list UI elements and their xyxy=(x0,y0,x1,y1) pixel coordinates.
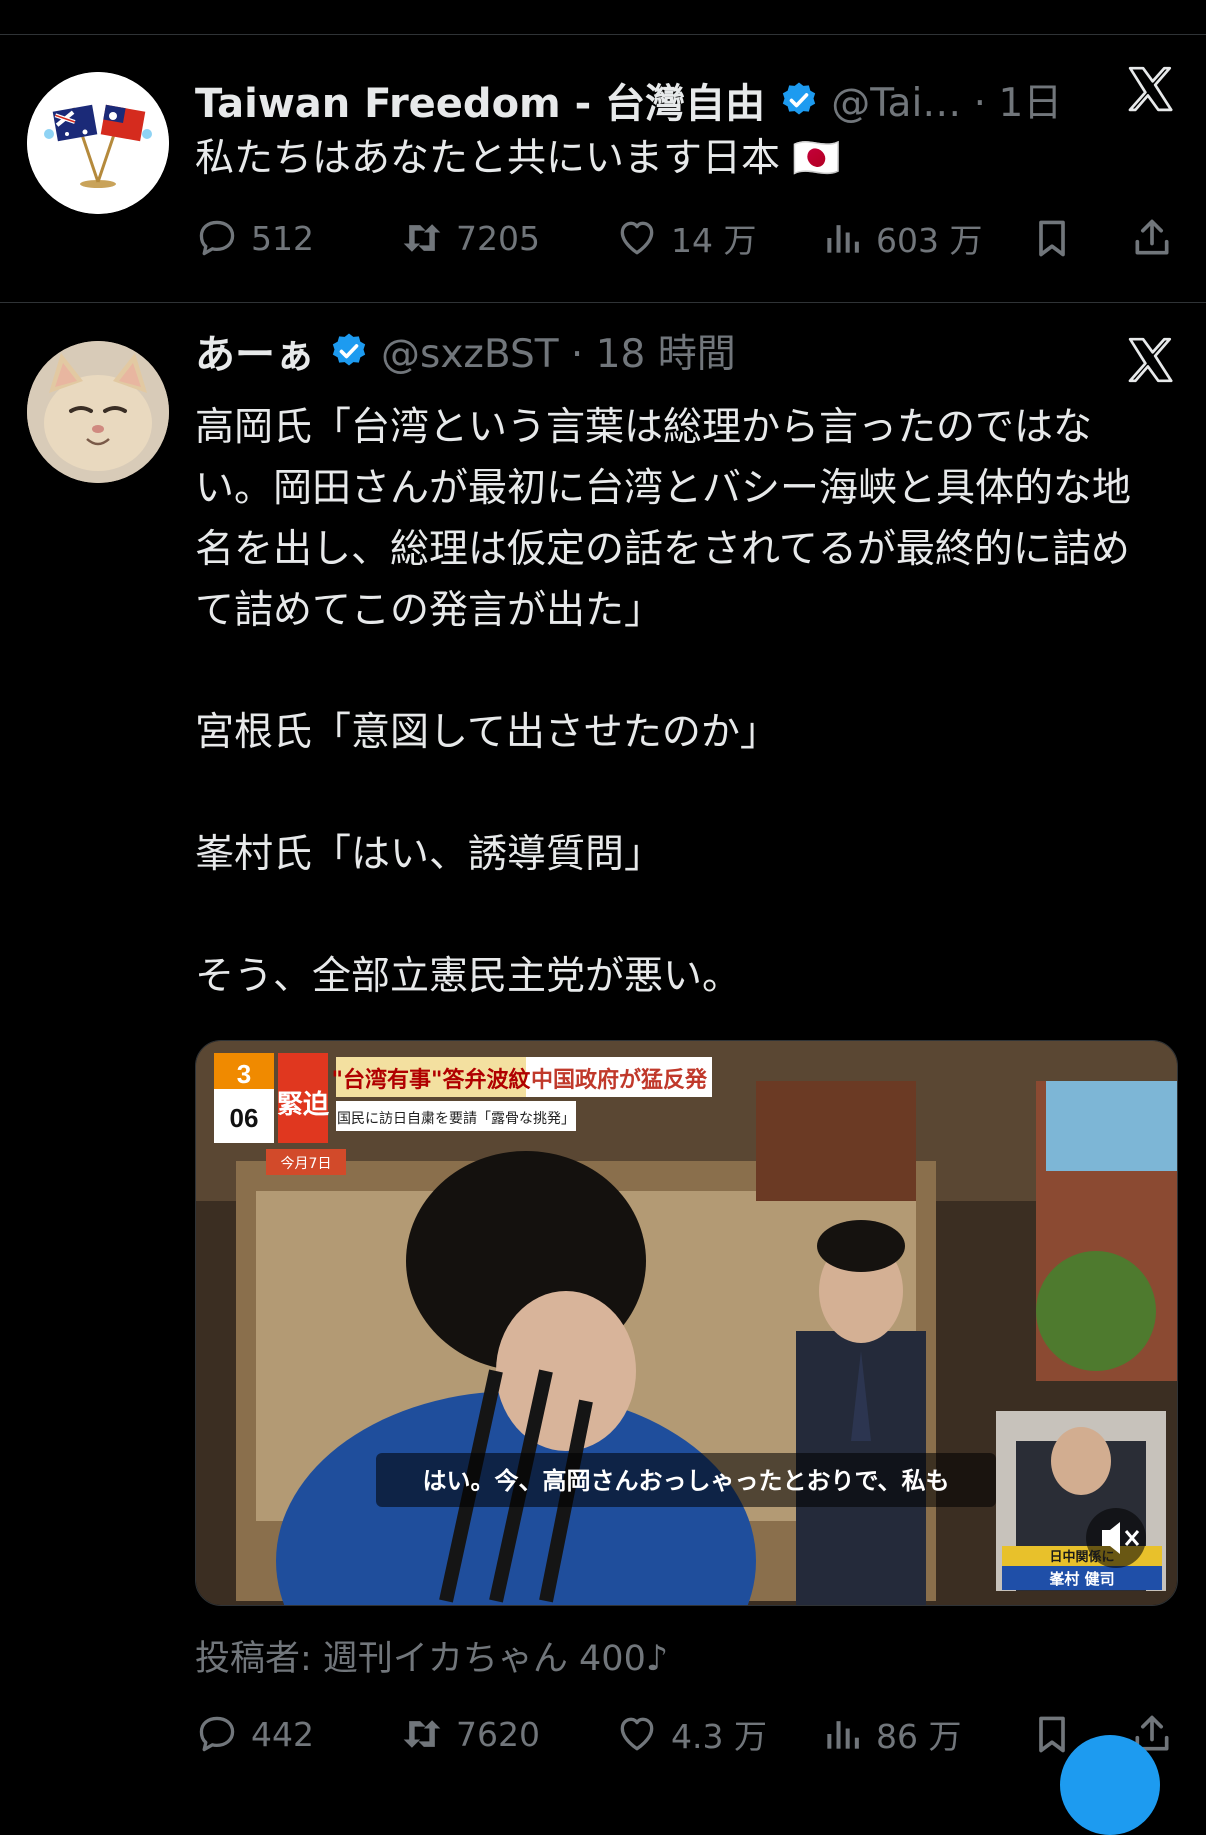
handle-and-time[interactable]: @sxzBST · 18 時間 xyxy=(381,323,736,379)
like-button[interactable]: 4.3 万 xyxy=(615,1706,767,1762)
author-name[interactable]: あーぁ xyxy=(195,322,315,380)
tweet-header: あーぁ @sxzBST · 18 時間 xyxy=(195,323,736,379)
repost-icon xyxy=(403,224,441,252)
video-pip-label: 日中関係に xyxy=(1049,1549,1114,1565)
video-pip-name: 峯村 健司 xyxy=(1048,1570,1114,1588)
video-player[interactable]: 3 06 緊迫 "台湾有事"答弁波紋 中国政府が猛反発 国民に訪日自粛を要請「露… xyxy=(195,1040,1178,1606)
bookmark-icon[interactable] xyxy=(1030,216,1074,260)
view-count: 86 万 xyxy=(876,1717,962,1756)
like-button[interactable]: 14 万 xyxy=(615,210,756,266)
share-icon[interactable] xyxy=(1130,216,1174,260)
tweet-actions: 442 7620 4.3 万 86 万 xyxy=(195,1706,1175,1762)
x-logo-icon[interactable] xyxy=(1126,335,1176,385)
heart-icon xyxy=(620,1717,654,1751)
repost-button[interactable]: 7205 xyxy=(400,210,540,266)
handle-and-time[interactable]: @Tai… · 1日 xyxy=(831,72,1062,128)
verified-badge-icon xyxy=(783,82,816,115)
author-name[interactable]: Taiwan Freedom - 台灣自由 xyxy=(195,71,765,129)
kitten-avatar-icon xyxy=(27,341,169,483)
video-subheadline: 国民に訪日自粛を要請「露骨な挑発」 xyxy=(337,1111,575,1127)
views-button[interactable]: 86 万 xyxy=(820,1706,961,1762)
flags-avatar-icon xyxy=(27,72,169,214)
video-badge: 緊迫 xyxy=(277,1090,330,1120)
video-headline: "台湾有事"答弁波紋 xyxy=(332,1067,531,1093)
compose-fab-button[interactable] xyxy=(1060,1735,1160,1835)
like-count: 14 万 xyxy=(671,221,757,260)
avatar[interactable] xyxy=(27,341,169,483)
tweet-actions: 512 7205 14 万 603 万 xyxy=(195,210,1175,266)
like-count: 4.3 万 xyxy=(671,1717,767,1756)
repost-icon xyxy=(403,1720,441,1748)
tweet-text: 高岡氏「台湾という言葉は総理から言ったのではない。岡田さんが最初に台湾とバシー海… xyxy=(195,405,1132,999)
views-icon xyxy=(827,1721,859,1749)
reply-count: 512 xyxy=(251,218,314,258)
views-button[interactable]: 603 万 xyxy=(820,210,982,266)
reply-count: 442 xyxy=(251,1714,314,1754)
repost-button[interactable]: 7620 xyxy=(400,1706,540,1762)
video-frame: 3 06 緊迫 "台湾有事"答弁波紋 中国政府が猛反発 国民に訪日自粛を要請「露… xyxy=(196,1041,1177,1605)
x-logo-icon[interactable] xyxy=(1126,64,1176,114)
reply-button[interactable]: 512 xyxy=(195,210,314,266)
video-chip-number: 3 xyxy=(237,1059,251,1089)
reply-icon xyxy=(199,220,235,256)
video-headline-right: 中国政府が猛反発 xyxy=(531,1067,708,1093)
reply-icon xyxy=(199,1716,235,1752)
view-count: 603 万 xyxy=(876,221,983,260)
top-bar xyxy=(0,0,1206,35)
avatar[interactable] xyxy=(27,72,169,214)
video-chip-time: 06 xyxy=(230,1103,259,1133)
tweet-header: Taiwan Freedom - 台灣自由 @Tai… · 1日 xyxy=(195,72,1062,128)
repost-count: 7205 xyxy=(456,218,540,258)
views-icon xyxy=(827,225,859,253)
tweet-text: 私たちはあなたと共にいます日本 🇯🇵 xyxy=(195,136,841,181)
video-credit[interactable]: 投稿者: 週刊イカちゃん 400♪ xyxy=(195,1630,668,1681)
tweet-card[interactable]: Taiwan Freedom - 台灣自由 @Tai… · 1日 私たちはあなた… xyxy=(0,34,1206,302)
reply-button[interactable]: 442 xyxy=(195,1706,314,1762)
verified-badge-icon xyxy=(332,333,366,366)
video-subtitle: はい。今、高岡さんおっしゃったとおりで、私も xyxy=(422,1467,949,1495)
video-date-tag: 今月7日 xyxy=(281,1156,332,1172)
bookmark-icon[interactable] xyxy=(1030,1712,1074,1756)
repost-count: 7620 xyxy=(456,1714,540,1754)
heart-icon xyxy=(620,221,654,255)
